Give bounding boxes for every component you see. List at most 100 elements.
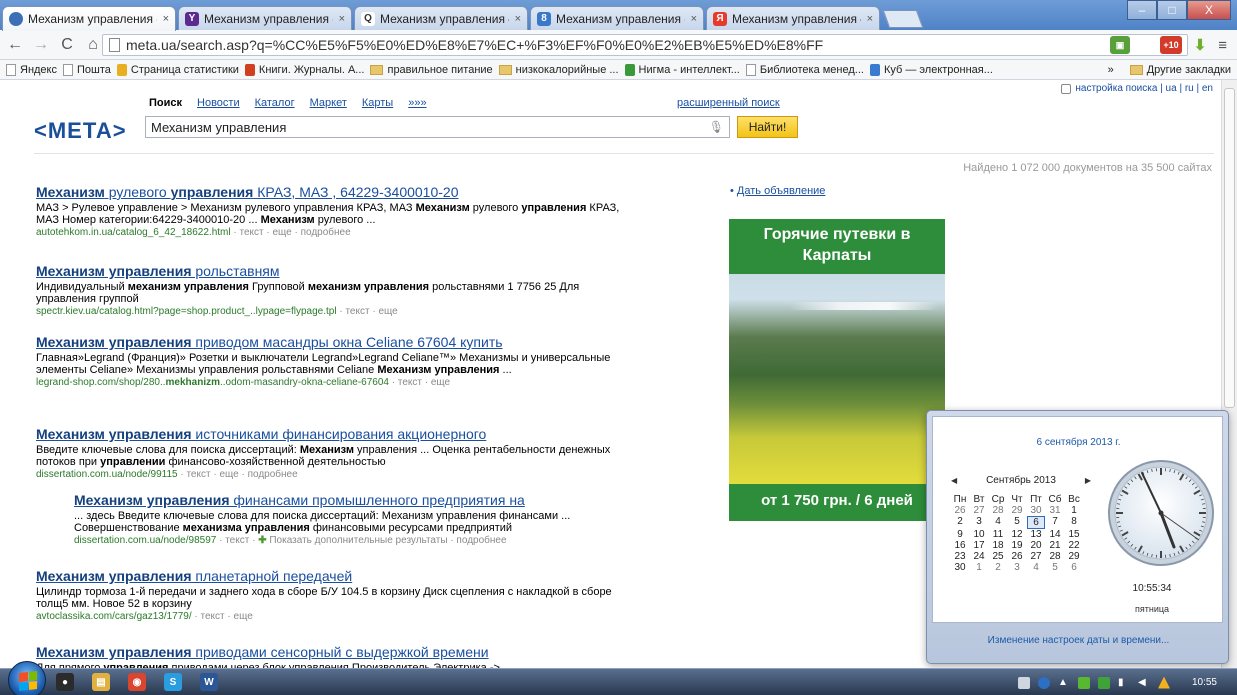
calendar-day[interactable]: 25 [989, 551, 1007, 562]
calendar-day[interactable]: 8 [1065, 516, 1083, 529]
volume-icon[interactable]: ◀ [1138, 677, 1150, 689]
calendar-day[interactable]: 3 [1008, 562, 1026, 573]
calendar-day[interactable]: 2 [951, 516, 969, 529]
search-nav-link[interactable]: »»» [408, 97, 426, 109]
find-button[interactable]: Найти! [737, 116, 798, 138]
calendar-day[interactable]: 26 [1008, 551, 1026, 562]
bookmarks-more-button[interactable]: » [1108, 64, 1114, 76]
result-url[interactable]: dissertation.com.ua/node/99115 · текст ·… [36, 469, 636, 481]
calendar-day[interactable]: 18 [989, 540, 1007, 551]
browser-tab[interactable]: Y Механизм управления - × [178, 6, 352, 30]
change-date-settings-link[interactable]: Изменение настроек даты и времени... [927, 635, 1230, 646]
calendar-day[interactable]: 16 [951, 540, 969, 551]
next-month-icon[interactable]: ▶ [1085, 476, 1091, 485]
browser-tab[interactable]: 8 Механизм управления - × [530, 6, 704, 30]
calendar-day[interactable]: 27 [970, 505, 988, 516]
calendar-day[interactable]: 6 [1065, 562, 1083, 573]
calendar-day[interactable]: 17 [970, 540, 988, 551]
search-settings-links[interactable]: настройка поиска | ua | ru | en [1061, 83, 1213, 94]
browser-tab[interactable]: Q Механизм управления — × [354, 6, 528, 30]
av-icon[interactable] [1097, 676, 1110, 689]
close-tab-icon[interactable]: × [163, 13, 169, 25]
taskbar-clock[interactable]: 10:55 [1192, 677, 1217, 688]
calendar-day[interactable]: 22 [1065, 540, 1083, 551]
microphone-icon[interactable]: 🎙 [709, 120, 724, 134]
calendar-day[interactable]: 29 [1065, 551, 1083, 562]
calendar-day[interactable]: 5 [1046, 562, 1064, 573]
new-tab-button[interactable] [882, 10, 924, 28]
prev-month-icon[interactable]: ◀ [951, 476, 957, 485]
ad-post-link[interactable]: • Дать объявление [730, 185, 825, 197]
calendar-day[interactable]: 12 [1008, 529, 1026, 540]
full-date-link[interactable]: 6 сентября 2013 г. [933, 437, 1224, 448]
browser-tab[interactable]: Механизм управления - × [2, 6, 176, 31]
calendar-day[interactable]: 4 [1027, 562, 1045, 573]
bookmark-item[interactable]: Куб — электронная... [869, 63, 993, 76]
extension-icon[interactable]: ▣ [1110, 36, 1130, 54]
warning-icon[interactable] [1157, 676, 1170, 689]
ad-banner[interactable]: Горячие путевки в Карпаты от 1 750 грн. … [729, 219, 945, 521]
bookmark-item[interactable]: низкокалорийные ... [498, 64, 619, 76]
result-title-link[interactable]: Механизм управления рольставням [36, 262, 636, 280]
result-url[interactable]: avtoclassika.com/cars/gaz13/1779/ · текс… [36, 611, 636, 623]
calendar-day[interactable]: 28 [1046, 551, 1064, 562]
calendar-day[interactable]: 10 [970, 529, 988, 540]
reload-icon[interactable]: C [56, 34, 78, 56]
result-title-link[interactable]: Механизм управления приводом масандры ок… [36, 333, 636, 351]
chrome-icon[interactable]: ◉ [128, 673, 146, 691]
keyboard-icon[interactable] [1017, 676, 1030, 689]
calendar-day[interactable]: 4 [989, 516, 1007, 529]
bookmark-item[interactable]: Яндекс [6, 63, 57, 76]
word-icon[interactable]: W [200, 673, 218, 691]
start-button[interactable] [8, 661, 46, 695]
browser-tab[interactable]: Я Механизм управления — × [706, 6, 880, 30]
calendar-day[interactable]: 9 [951, 529, 969, 540]
calendar-day[interactable]: 23 [951, 551, 969, 562]
calendar-day[interactable]: 5 [1008, 516, 1026, 529]
calendar-day[interactable]: 20 [1027, 540, 1045, 551]
calendar-day[interactable]: 3 [970, 516, 988, 529]
result-title-link[interactable]: Механизм рулевого управления КРАЗ, МАЗ ,… [36, 183, 636, 201]
explorer-icon[interactable]: ▤ [92, 673, 110, 691]
home-icon[interactable]: ⌂ [82, 34, 104, 56]
close-tab-icon[interactable]: × [339, 13, 345, 25]
calendar-day[interactable]: 2 [989, 562, 1007, 573]
close-tab-icon[interactable]: × [515, 13, 521, 25]
calendar-day[interactable]: 30 [951, 562, 969, 573]
help-icon[interactable] [1037, 676, 1050, 689]
bookmark-item[interactable]: Пошта [63, 63, 111, 76]
advanced-search-link[interactable]: расширенный поиск [677, 97, 780, 109]
other-bookmarks[interactable]: Другие закладки [1129, 64, 1231, 76]
download-extension-icon[interactable]: ⬇ [1190, 36, 1210, 54]
calendar-day[interactable]: 11 [989, 529, 1007, 540]
forward-icon[interactable]: → [30, 34, 52, 56]
media-player-icon[interactable]: ● [56, 673, 74, 691]
search-nav-link[interactable]: Новости [197, 97, 240, 109]
calendar-day[interactable]: 31 [1046, 505, 1064, 516]
calendar-day[interactable]: 1 [970, 562, 988, 573]
search-input[interactable]: Механизм управления 🎙 [145, 116, 730, 138]
bookmark-item[interactable]: Библиотека менед... [745, 63, 864, 76]
calendar-day[interactable]: 29 [1008, 505, 1026, 516]
network-activity-icon[interactable] [1077, 676, 1090, 689]
close-window-button[interactable]: X [1187, 0, 1231, 20]
meta-logo[interactable]: <МЕТА> [34, 118, 127, 144]
calendar-day[interactable]: 30 [1027, 505, 1045, 516]
skype-icon[interactable]: S [164, 673, 182, 691]
result-title-link[interactable]: Механизм управления приводами сенсорный … [36, 643, 636, 661]
scroll-thumb[interactable] [1224, 88, 1235, 408]
back-icon[interactable]: ← [4, 34, 26, 56]
calendar-day[interactable]: 14 [1046, 529, 1064, 540]
result-url[interactable]: legrand-shop.com/shop/280..mekhanizm..od… [36, 377, 636, 389]
calendar-day[interactable]: 6 [1027, 516, 1045, 529]
calendar-day[interactable]: 26 [951, 505, 969, 516]
calendar-month[interactable]: Сентябрь 2013 [986, 475, 1056, 486]
extension-badge[interactable]: +10 [1160, 36, 1182, 54]
bookmark-item[interactable]: Страница статистики [116, 63, 239, 76]
minimize-button[interactable]: – [1127, 0, 1157, 20]
search-nav-link[interactable]: Маркет [310, 97, 347, 109]
url-text[interactable]: meta.ua/search.asp?q=%CC%E5%F5%E0%ED%E8%… [126, 37, 1167, 53]
maximize-button[interactable]: □ [1157, 0, 1187, 20]
result-title-link[interactable]: Механизм управления источниками финансир… [36, 425, 636, 443]
bookmark-item[interactable]: Книги. Журналы. А... [244, 63, 364, 76]
